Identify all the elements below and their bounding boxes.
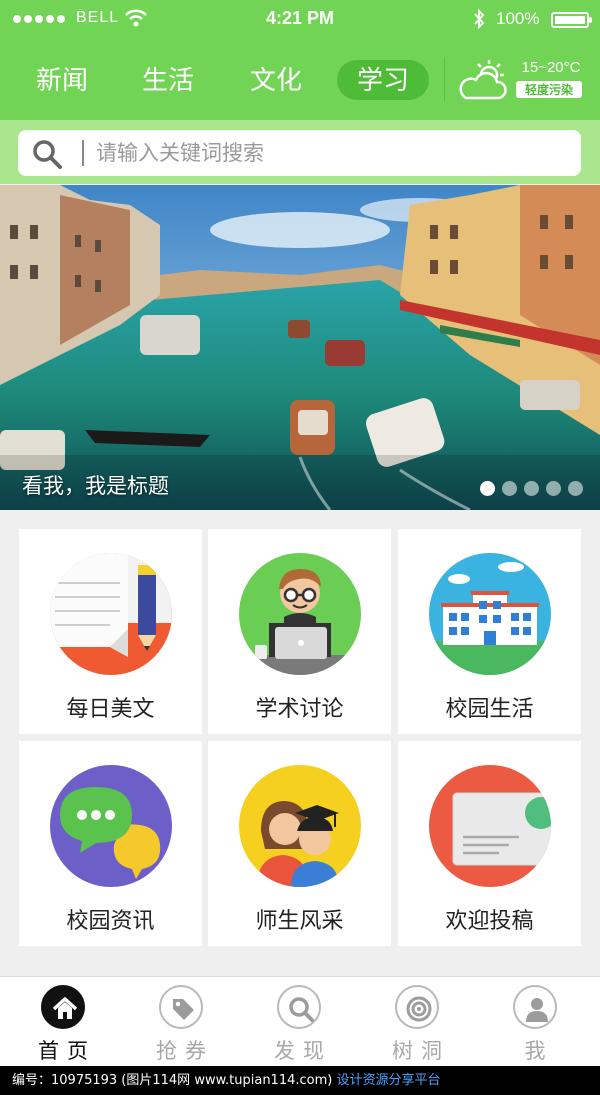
carousel-dot-2[interactable] (502, 481, 517, 496)
search-box[interactable] (18, 130, 581, 176)
tab-discover[interactable]: 发现 (259, 985, 339, 1065)
tab-label: 抢券 (156, 1039, 214, 1063)
search-icon[interactable] (32, 139, 62, 169)
battery-icon (551, 12, 592, 28)
feature-teacher-student[interactable]: 师生风采 (208, 741, 391, 946)
nav-divider (444, 57, 445, 101)
search-separator (82, 140, 84, 166)
watermark-text: 编号：10975193 (图片114网 www.tupian114.com) (12, 1073, 333, 1088)
air-quality-badge: 轻度污染 (516, 81, 582, 98)
search-input[interactable] (96, 136, 566, 170)
carousel-dot-3[interactable] (524, 481, 539, 496)
bottom-tab-bar: 首页 抢券 发现 树洞 我 (0, 976, 600, 1066)
profile-icon (513, 985, 557, 1029)
tab-home[interactable]: 首页 (23, 985, 103, 1065)
discover-icon (277, 985, 321, 1029)
tab-label: 树洞 (392, 1039, 450, 1063)
feature-label: 校园生活 (445, 697, 534, 722)
article-icon (50, 553, 172, 675)
app-screen: BELL 4:21 PM 100% 新闻 生活 文化 学习 15~20°C 轻度… (0, 0, 600, 1095)
banner-caption[interactable]: 看我，我是标题 (22, 470, 169, 500)
search-bar-area (0, 120, 600, 184)
discussion-icon (239, 553, 361, 675)
watermark-bar: 编号：10975193 (图片114网 www.tupian114.com) 设… (0, 1066, 600, 1095)
tab-label: 首页 (38, 1039, 96, 1063)
tab-news[interactable]: 新闻 (22, 60, 102, 100)
tab-label: 发现 (274, 1039, 332, 1063)
carousel-dot-1[interactable] (480, 481, 495, 496)
feature-label: 学术讨论 (255, 697, 344, 722)
tab-label: 我 (524, 1039, 554, 1063)
submit-icon (429, 765, 551, 887)
teacher-student-icon (239, 765, 361, 887)
carousel-dot-5[interactable] (568, 481, 583, 496)
news-icon (50, 765, 172, 887)
campus-icon (429, 553, 551, 675)
feature-submit-article[interactable]: 欢迎投稿 (398, 741, 581, 946)
tab-culture[interactable]: 文化 (236, 60, 316, 100)
feature-label: 欢迎投稿 (445, 909, 534, 934)
carousel-dot-4[interactable] (546, 481, 561, 496)
feature-grid: 每日美文 学术讨论 校园生活 校园资讯 师生风采 欢迎投稿 (0, 510, 600, 975)
carousel-indicator[interactable] (480, 481, 583, 496)
temperature: 15~20°C (521, 59, 581, 76)
banner-carousel[interactable] (0, 185, 600, 510)
tab-treehole[interactable]: 树洞 (377, 985, 457, 1065)
tab-life[interactable]: 生活 (128, 60, 208, 100)
feature-campus-news[interactable]: 校园资讯 (19, 741, 202, 946)
feature-campus-life[interactable]: 校园生活 (398, 529, 581, 734)
bluetooth-icon (474, 8, 485, 30)
coupon-icon (159, 985, 203, 1029)
feature-academic-discussion[interactable]: 学术讨论 (208, 529, 391, 734)
watermark-link[interactable]: 设计资源分享平台 (336, 1073, 440, 1088)
feature-daily-article[interactable]: 每日美文 (19, 529, 202, 734)
tab-profile[interactable]: 我 (495, 985, 575, 1065)
header: BELL 4:21 PM 100% 新闻 生活 文化 学习 15~20°C 轻度… (0, 0, 600, 120)
treehole-icon (395, 985, 439, 1029)
feature-label: 师生风采 (255, 909, 344, 934)
tab-coupon[interactable]: 抢券 (141, 985, 221, 1065)
banner-image (0, 185, 600, 510)
battery-percent: 100% (496, 9, 540, 28)
home-icon (41, 985, 85, 1029)
partly-cloudy-icon[interactable] (456, 58, 512, 102)
status-bar: BELL 4:21 PM 100% (0, 0, 600, 40)
feature-label: 每日美文 (66, 697, 155, 722)
feature-label: 校园资讯 (66, 909, 155, 934)
tab-study[interactable]: 学习 (337, 60, 429, 100)
